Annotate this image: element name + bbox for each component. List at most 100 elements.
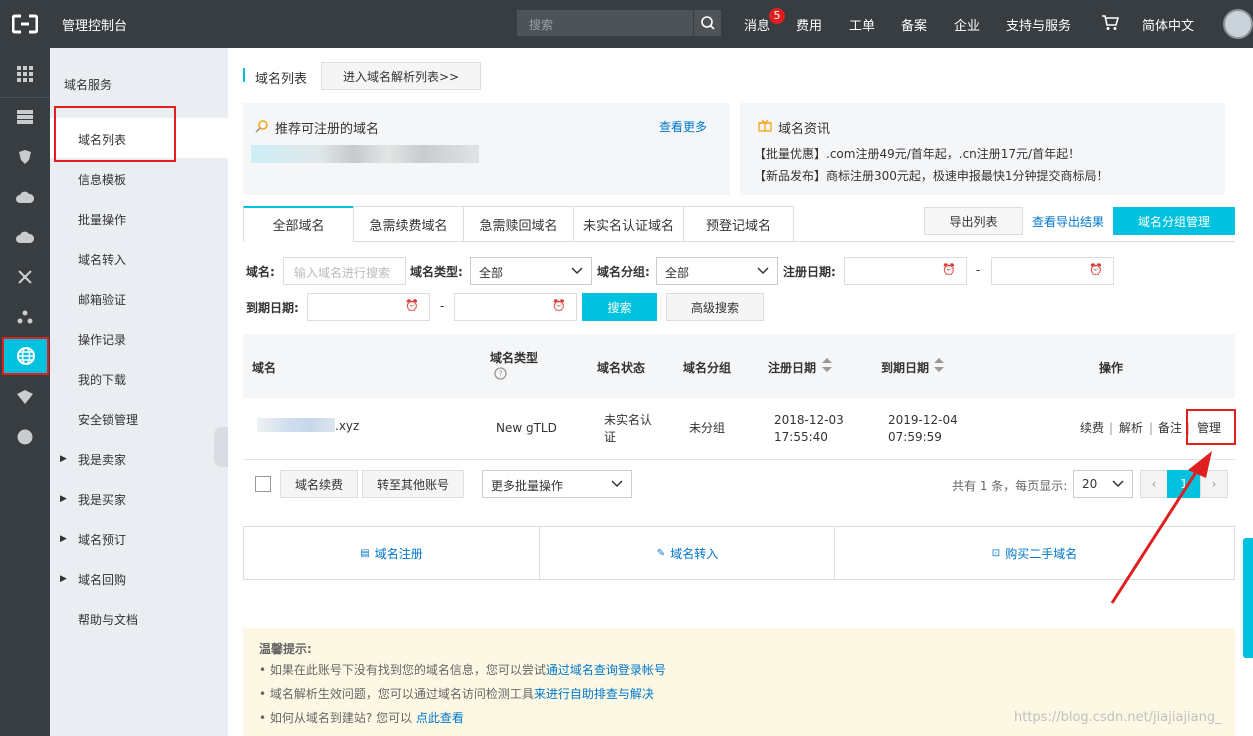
news-line-1[interactable]: 【批量优惠】.com注册49元/首年起，.cn注册17元/首年起！ bbox=[754, 145, 1080, 162]
sidebar-item-logs[interactable]: 操作记录 bbox=[78, 331, 126, 348]
sort-icon[interactable] bbox=[821, 357, 833, 373]
exp-date-label: 到期日期: bbox=[246, 301, 299, 315]
exp-time: 07:59:59 bbox=[888, 430, 942, 444]
circle-icon[interactable] bbox=[15, 427, 35, 447]
renew-link[interactable]: 续费 bbox=[1080, 420, 1104, 437]
page-1-button[interactable]: 1 bbox=[1167, 470, 1201, 498]
sidebar-item-seller[interactable]: 我是卖家 bbox=[78, 451, 126, 468]
exp-date-end[interactable]: ⏰ bbox=[454, 293, 577, 321]
domain-search-input[interactable]: 输入域名进行搜索 bbox=[283, 257, 406, 285]
nav-messages[interactable]: 消息 bbox=[744, 15, 770, 34]
sidebar-item-email-verify[interactable]: 邮箱验证 bbox=[78, 291, 126, 308]
domain-status-link[interactable]: 未实名认证 bbox=[604, 412, 662, 446]
page-title: 域名列表 bbox=[255, 72, 308, 87]
dns-link[interactable]: 解析 bbox=[1119, 420, 1143, 437]
help-icon[interactable]: ? bbox=[494, 367, 507, 380]
news-line-2[interactable]: 【新品发布】商标注册300元起，极速申报最快1分钟提交商标局！ bbox=[754, 167, 1109, 184]
reg-date-end[interactable]: ⏰ bbox=[991, 257, 1114, 285]
more-batch-select[interactable]: 更多批量操作 bbox=[482, 470, 632, 498]
edit-icon: ✎ bbox=[656, 547, 666, 559]
nav-billing[interactable]: 费用 bbox=[796, 15, 822, 34]
recommend-more-link[interactable]: 查看更多 bbox=[659, 118, 707, 135]
quick-buy-secondhand[interactable]: ⊡ 购买二手域名 bbox=[835, 527, 1234, 579]
reg-time: 17:55:40 bbox=[774, 430, 828, 444]
transfer-account-button[interactable]: 转至其他账号 bbox=[362, 470, 464, 498]
top-bar: 管理控制台 搜索 消息 5 费用 工单 备案 企业 支持与服务 简体中文 bbox=[0, 0, 1253, 48]
search-button[interactable] bbox=[693, 10, 721, 36]
page-size-select[interactable]: 20 bbox=[1073, 470, 1133, 498]
domain-link[interactable]: .xyz bbox=[335, 418, 359, 435]
sidebar-item-transfer-in[interactable]: 域名转入 bbox=[78, 251, 126, 268]
server-icon[interactable] bbox=[15, 107, 35, 127]
network-icon[interactable] bbox=[15, 267, 35, 287]
tip-1-link[interactable]: 通过域名查询登录帐号 bbox=[546, 663, 666, 677]
nav-enterprise[interactable]: 企业 bbox=[954, 15, 980, 34]
title-accent bbox=[243, 68, 245, 82]
view-export-result-link[interactable]: 查看导出结果 bbox=[1032, 213, 1104, 230]
goto-dns-list-button[interactable]: 进入域名解析列表>> bbox=[321, 62, 481, 90]
sidebar-item-buyer[interactable]: 我是买家 bbox=[78, 491, 126, 508]
floating-feedback-tab[interactable] bbox=[1243, 538, 1253, 658]
remark-link[interactable]: 备注 bbox=[1158, 420, 1182, 437]
tab-all-domains[interactable]: 全部域名 bbox=[243, 206, 354, 242]
col-reg-date[interactable]: 注册日期 bbox=[768, 359, 816, 376]
group-select-value: 全部 bbox=[665, 266, 690, 280]
nav-support[interactable]: 支持与服务 bbox=[1006, 15, 1071, 34]
tab-unverified[interactable]: 未实名认证域名 bbox=[573, 206, 684, 242]
batch-renew-button[interactable]: 域名续费 bbox=[280, 470, 358, 498]
grid-icon[interactable] bbox=[15, 64, 35, 84]
main-content: 域名列表 进入域名解析列表>> 推荐可注册的域名 查看更多 域名资讯 【批量优惠… bbox=[228, 48, 1253, 736]
cloud-upload-icon[interactable] bbox=[15, 227, 35, 247]
shield-icon[interactable] bbox=[15, 387, 35, 407]
user-avatar[interactable] bbox=[1223, 9, 1253, 39]
nav-tickets[interactable]: 工单 bbox=[849, 15, 875, 34]
sidebar-item-buyback[interactable]: 域名回购 bbox=[78, 571, 126, 588]
search-input[interactable]: 搜索 bbox=[529, 16, 553, 33]
type-select[interactable]: 全部 bbox=[470, 257, 592, 285]
console-title[interactable]: 管理控制台 bbox=[62, 15, 127, 34]
tab-redeem-urgent[interactable]: 急需赎回域名 bbox=[463, 206, 574, 242]
quick-register[interactable]: ▤ 域名注册 bbox=[244, 527, 539, 579]
col-exp-date[interactable]: 到期日期 bbox=[881, 359, 929, 376]
nodes-icon[interactable] bbox=[15, 307, 35, 327]
sidebar-item-security-lock[interactable]: 安全锁管理 bbox=[78, 411, 138, 428]
table-row: .xyz New gTLD 未实名认证 未分组 2018-12-03 17:55… bbox=[243, 398, 1236, 460]
quick-links: ▤ 域名注册 ✎ 域名转入 ⊡ 购买二手域名 bbox=[243, 526, 1235, 580]
sidebar-item-downloads[interactable]: 我的下载 bbox=[78, 371, 126, 388]
sidebar-item-preorder[interactable]: 域名预订 bbox=[78, 531, 126, 548]
tab-renew-urgent[interactable]: 急需续费域名 bbox=[353, 206, 464, 242]
reg-date: 2018-12-03 bbox=[774, 413, 844, 427]
nav-icp[interactable]: 备案 bbox=[901, 15, 927, 34]
global-search[interactable]: 搜索 bbox=[517, 10, 721, 36]
quick-transfer-in[interactable]: ✎ 域名转入 bbox=[540, 527, 835, 579]
tip-2-link[interactable]: 来进行自助排查与解决 bbox=[534, 687, 654, 701]
sidebar-item-batch[interactable]: 批量操作 bbox=[78, 211, 126, 228]
nav-language[interactable]: 简体中文 bbox=[1142, 15, 1194, 34]
tips-title: 温馨提示: bbox=[259, 642, 312, 656]
group-select[interactable]: 全部 bbox=[656, 257, 778, 285]
date-dash: - bbox=[976, 263, 981, 277]
export-list-button[interactable]: 导出列表 bbox=[924, 207, 1023, 235]
aliyun-logo-icon[interactable] bbox=[12, 14, 38, 34]
prev-page-button[interactable]: ‹ bbox=[1140, 470, 1168, 498]
cart-icon[interactable] bbox=[1101, 15, 1119, 31]
advanced-search-button[interactable]: 高级搜索 bbox=[666, 293, 764, 321]
tip-3-link[interactable]: 点此查看 bbox=[416, 711, 464, 725]
sort-icon[interactable] bbox=[933, 357, 945, 373]
sidebar-item-help[interactable]: 帮助与文档 bbox=[78, 611, 138, 628]
next-page-button[interactable]: › bbox=[1200, 470, 1228, 498]
database-icon[interactable] bbox=[15, 147, 35, 167]
sidebar-collapse-handle[interactable] bbox=[214, 427, 228, 467]
cloud-icon[interactable] bbox=[15, 187, 35, 207]
sidebar-item-templates[interactable]: 信息模板 bbox=[78, 171, 126, 188]
svg-text:?: ? bbox=[498, 370, 502, 379]
clock-icon: ⏰ bbox=[942, 263, 956, 276]
group-manage-button[interactable]: 域名分组管理 bbox=[1113, 207, 1235, 235]
exp-date-start[interactable]: ⏰ bbox=[307, 293, 430, 321]
select-all-checkbox[interactable] bbox=[255, 476, 271, 492]
tip-3: • 如何从域名到建站? 您可以 点此查看 bbox=[259, 709, 464, 726]
search-button[interactable]: 搜索 bbox=[582, 293, 657, 321]
tab-preregistered[interactable]: 预登记域名 bbox=[683, 206, 794, 242]
reg-date-start[interactable]: ⏰ bbox=[844, 257, 967, 285]
domain-service-nav[interactable] bbox=[2, 337, 49, 375]
